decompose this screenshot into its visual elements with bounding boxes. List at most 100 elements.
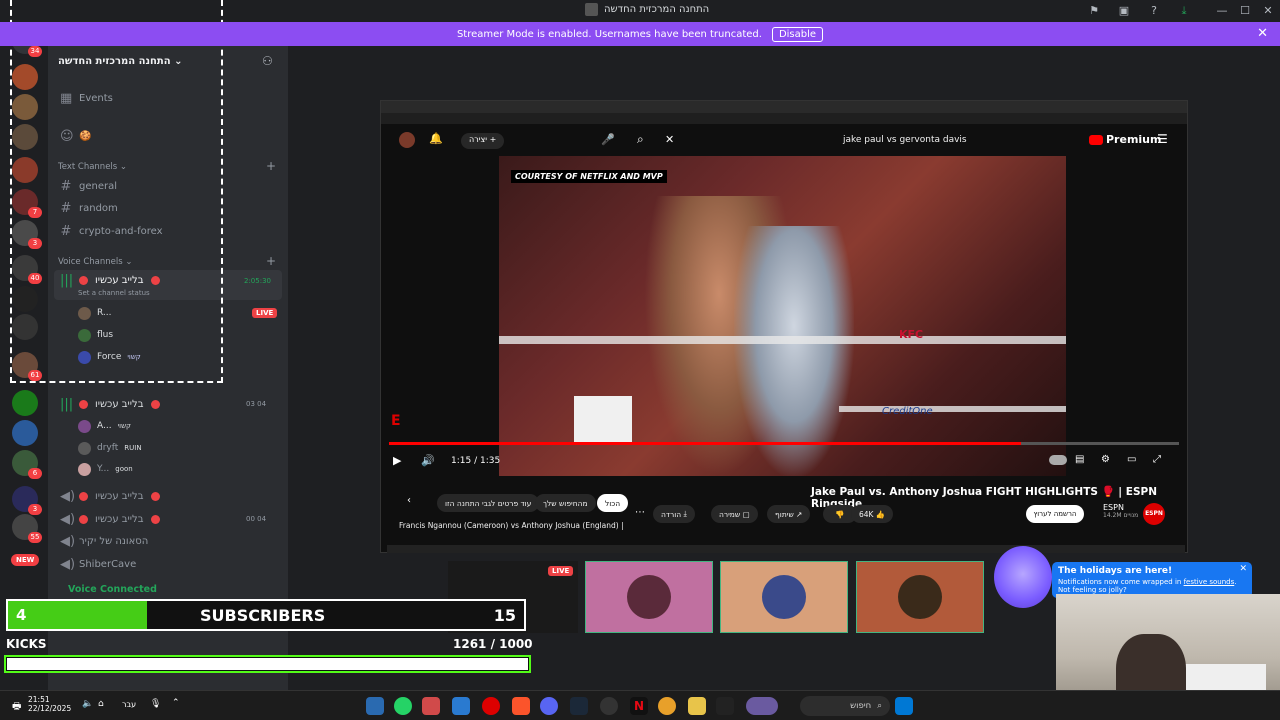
folder-icon[interactable] [688,697,706,715]
stream-tile[interactable] [856,561,984,633]
voice-channel-2[interactable]: ||| בלייב עכשיו [60,394,160,414]
disable-button[interactable]: Disable [771,26,824,42]
server-icon[interactable]: 55 [12,514,42,543]
captions-icon[interactable]: ▤ [1075,454,1084,465]
save-button[interactable]: שמירה ▢ [711,505,758,523]
language-indicator[interactable]: עבר [122,700,136,709]
app-icon[interactable] [716,697,734,715]
steam-icon[interactable] [570,697,588,715]
start-icon[interactable] [895,697,913,715]
chip-active[interactable]: הכול [597,494,629,512]
theater-icon[interactable]: ▭ [1127,454,1136,465]
taskbar-search[interactable]: חיפוש ⌕ [800,696,890,716]
voice-channel-6[interactable]: ◀) ShiberCave [60,554,136,574]
voice-connected-status[interactable]: Voice Connected [68,584,157,595]
new-badge[interactable]: NEW [11,554,40,566]
youtube-premium-logo[interactable]: Premium [1089,133,1161,146]
download-button[interactable]: הורדה ⤓ [653,505,695,523]
more-icon[interactable]: ⋯ [635,507,645,518]
download-icon[interactable]: ⤓ [1176,3,1192,19]
close-icon[interactable]: ✕ [1239,564,1247,574]
search-icon[interactable]: ⌕ [637,132,644,147]
notification-icon[interactable]: 🖶 [12,699,21,716]
sponsor-logo: KFC [899,328,924,341]
like-button[interactable]: 64K 👍 [851,505,894,523]
add-text-channel-icon[interactable]: + [266,159,276,173]
close-window-button[interactable]: ✕ [1260,3,1276,19]
voice-user[interactable]: A... קשוי [78,417,131,435]
minimize-button[interactable]: — [1214,3,1230,19]
volume-icon[interactable]: 🔊 [421,454,435,467]
clear-search-icon[interactable]: ✕ [665,133,674,146]
voice-user[interactable]: Y... goon [78,460,133,478]
add-voice-channel-icon[interactable]: + [266,254,276,268]
openai-icon[interactable] [600,697,618,715]
settings-icon[interactable]: ⚙ [1101,454,1110,465]
overlay-box [574,396,632,442]
sponsor-logo: CreditOne [882,406,933,417]
discord-icon[interactable] [540,697,558,715]
autoplay-toggle[interactable] [1049,455,1067,465]
mic-icon[interactable]: 🎤 [601,133,615,146]
stream-tile[interactable] [720,561,848,633]
app-icon[interactable] [452,697,470,715]
server-icon[interactable]: 6 [12,450,42,479]
channel-avatar[interactable]: ESPN [1143,503,1165,525]
netflix-icon[interactable]: N [630,697,648,715]
tray-chevron-icon[interactable]: ⌃ [172,698,180,708]
subs-progress-fill [8,601,148,629]
voice-channel-3[interactable]: ◀) בלייב עכשיו [60,486,160,506]
create-button[interactable]: יצירה + [461,133,505,149]
related-video[interactable]: Francis Ngannou (Cameroon) vs Anthony Jo… [399,521,624,531]
clock[interactable]: 21:51 22/12/2025 [28,695,71,713]
speaker-icon: ||| [60,396,74,412]
app-icon[interactable] [422,697,440,715]
pin-icon[interactable]: ⚑ [1086,3,1102,19]
espn-watermark-icon: E [391,413,401,429]
voice-user[interactable]: dryft RUIN [78,439,142,457]
progress-bar[interactable] [389,442,1179,445]
help-icon[interactable]: ? [1146,3,1162,19]
fullscreen-icon[interactable]: ⤢ [1153,454,1161,465]
server-icon[interactable] [12,390,38,416]
subscribe-button[interactable]: הרשמה לערוץ [1026,505,1084,523]
video-player[interactable]: COURTESY OF NETFLIX AND MVP KFC CreditOn… [499,156,1066,476]
courtesy-label: COURTESY OF NETFLIX AND MVP [511,170,667,183]
streamer-mode-banner: Streamer Mode is enabled. Usernames have… [0,22,1280,46]
inbox-icon[interactable]: ▣ [1116,3,1132,19]
bell-icon[interactable]: 🔔 [429,132,443,145]
volume-icon[interactable]: 🔈 [82,699,93,709]
youtube-icon[interactable] [482,697,500,715]
speaker-icon: ◀) [60,511,76,527]
share-button[interactable]: שיתוף ↗ [767,505,811,523]
play-icon[interactable]: ▶ [393,454,401,467]
chevron-left-icon[interactable]: ‹ [407,495,411,506]
mic-icon[interactable]: 🎙 [150,699,161,709]
kicks-goal-bar [4,655,531,673]
chip[interactable]: מהחיפוש שלך [535,494,596,512]
browser-tabs[interactable] [381,101,1187,113]
close-icon[interactable]: ✕ [1257,26,1268,41]
server-icon[interactable]: 3 [12,486,42,515]
avatar[interactable] [399,132,415,148]
chip[interactable]: עוד פרטים לגבי התחנה הזו [437,494,540,512]
voice-channel-5[interactable]: ◀) הסאונה של יקיר [60,531,148,551]
channel-info[interactable]: ESPN 14.2M מנויים [1103,503,1138,519]
subs-goal: 15 [493,606,516,625]
whatsapp-icon[interactable] [394,697,412,715]
wifi-icon[interactable]: ⌂ [98,699,104,709]
search-input[interactable]: jake paul vs gervonta davis [843,135,967,145]
voice-channel-4[interactable]: ◀) בלייב עכשיו [60,509,160,529]
brave-icon[interactable] [512,697,530,715]
festive-sounds-link[interactable]: festive sounds [1184,578,1235,586]
stream-tile[interactable] [585,561,713,633]
server-icon[interactable] [12,420,38,446]
menu-icon[interactable]: ☰ [1157,132,1168,146]
invite-icon[interactable]: ⚇ [262,54,273,68]
subs-current: 4 [16,606,27,624]
app-icon[interactable] [366,697,384,715]
maximize-button[interactable]: ☐ [1237,3,1253,19]
app-icon[interactable] [658,697,676,715]
address-bar[interactable] [381,113,1187,124]
widget-icon[interactable] [746,697,778,715]
